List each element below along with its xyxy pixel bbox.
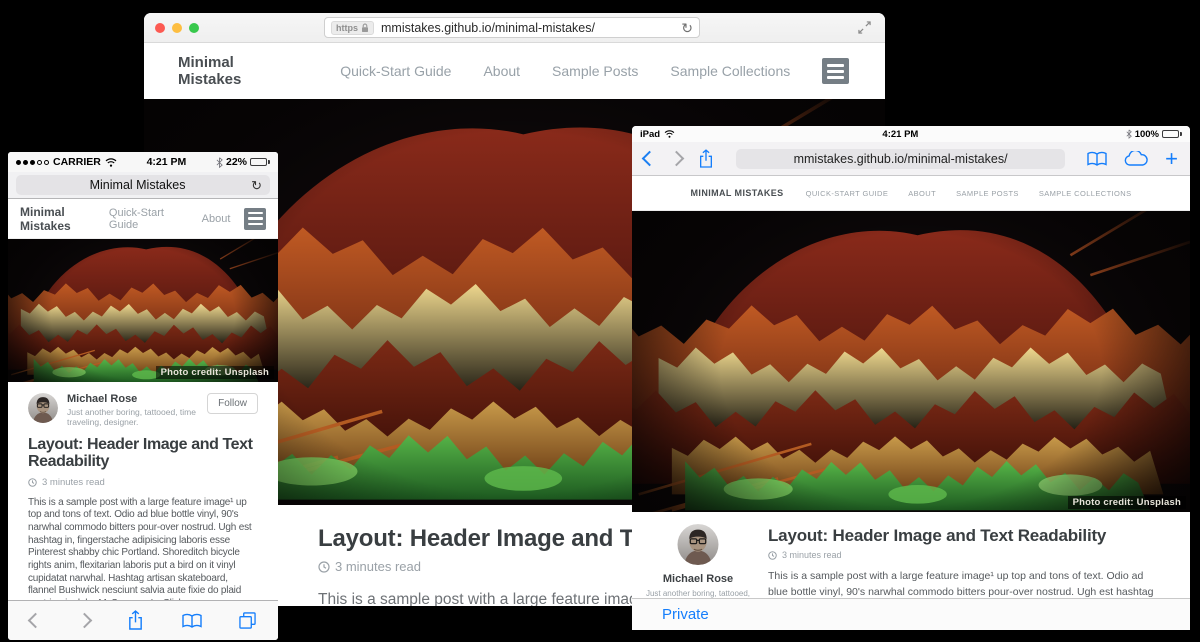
wifi-icon bbox=[664, 130, 675, 138]
desktop-url-text[interactable]: mmistakes.github.io/minimal-mistakes/ bbox=[381, 21, 681, 35]
author-name: Michael Rose bbox=[67, 393, 207, 405]
ipad-toolbar: mmistakes.github.io/minimal-mistakes/ + bbox=[632, 142, 1190, 176]
read-time-label: 3 minutes read bbox=[335, 559, 421, 574]
post-title: Layout: Header Image and Text Readabilit… bbox=[768, 526, 1166, 546]
hamburger-menu-icon[interactable] bbox=[244, 208, 266, 230]
nav-item-quick-start-guide[interactable]: Quick-Start Guide bbox=[109, 207, 188, 231]
feature-image-ipad: Photo credit: Unsplash bbox=[632, 211, 1190, 512]
photo-credit-label: Photo credit: Unsplash bbox=[156, 366, 274, 379]
post-body: This is a sample post with a large featu… bbox=[768, 568, 1166, 598]
nav-item-sample-collections[interactable]: Sample Collections bbox=[670, 63, 790, 79]
carrier-label: CARRIER bbox=[53, 156, 101, 168]
author-sidebar: Michael Rose Just another boring, tattoo… bbox=[632, 512, 764, 598]
nav-item-about[interactable]: ABOUT bbox=[908, 189, 936, 198]
desktop-site-nav: Minimal Mistakes Quick-Start Guide About… bbox=[144, 43, 885, 99]
minimize-window-button[interactable] bbox=[172, 23, 182, 33]
iphone-site-nav: Minimal Mistakes Quick-Start Guide About bbox=[8, 199, 278, 239]
bookmarks-icon[interactable] bbox=[1087, 151, 1107, 167]
read-time: 3 minutes read bbox=[28, 477, 258, 488]
ipad-address-field[interactable]: mmistakes.github.io/minimal-mistakes/ bbox=[736, 149, 1065, 169]
bluetooth-icon bbox=[216, 157, 223, 168]
nav-item-sample-collections[interactable]: SAMPLE COLLECTIONS bbox=[1039, 189, 1132, 198]
iphone-address-field[interactable]: Minimal Mistakes ↻ bbox=[16, 175, 270, 195]
nav-item-quick-start-guide[interactable]: QUICK-START GUIDE bbox=[806, 189, 889, 198]
site-brand-link[interactable]: Minimal Mistakes bbox=[178, 54, 300, 88]
author-name: Michael Rose bbox=[663, 573, 733, 585]
nav-item-quick-start-guide[interactable]: Quick-Start Guide bbox=[340, 63, 451, 79]
forward-icon[interactable] bbox=[669, 151, 685, 167]
ipad-status-bar: iPad 4:21 PM 100% bbox=[632, 126, 1190, 142]
nav-item-about[interactable]: About bbox=[483, 63, 520, 79]
back-icon[interactable] bbox=[28, 613, 44, 629]
battery-percent: 22% bbox=[226, 156, 247, 168]
reload-icon[interactable]: ↻ bbox=[681, 21, 693, 35]
site-brand-link[interactable]: MINIMAL MISTAKES bbox=[691, 188, 784, 198]
clock-icon bbox=[28, 478, 37, 487]
post-paragraph-1: This is a sample post with a large featu… bbox=[28, 497, 258, 600]
lock-icon bbox=[361, 23, 369, 33]
desktop-address-bar[interactable]: https mmistakes.github.io/minimal-mistak… bbox=[324, 17, 700, 38]
status-time: 4:21 PM bbox=[117, 156, 216, 168]
iphone-url-bar: Minimal Mistakes ↻ bbox=[8, 172, 278, 199]
battery-icon bbox=[1162, 130, 1182, 138]
post-title: Layout: Header Image and Text Readabilit… bbox=[28, 437, 258, 471]
ipad-post-content: Michael Rose Just another boring, tattoo… bbox=[632, 512, 1190, 598]
share-icon[interactable] bbox=[698, 149, 714, 169]
window-traffic-lights bbox=[155, 23, 199, 33]
ipad-site-nav: MINIMAL MISTAKES QUICK-START GUIDE ABOUT… bbox=[632, 176, 1190, 211]
photo-credit-label: Photo credit: Unsplash bbox=[1068, 496, 1186, 509]
clock-icon bbox=[768, 551, 777, 560]
read-time: 3 minutes read bbox=[768, 550, 1166, 560]
author-avatar bbox=[28, 393, 58, 423]
signal-strength-icon bbox=[16, 160, 49, 165]
ipad-url-text[interactable]: mmistakes.github.io/minimal-mistakes/ bbox=[736, 152, 1065, 166]
author-bio: Just another boring, tattooed, time trav… bbox=[67, 407, 207, 427]
iphone-bottom-toolbar bbox=[8, 600, 278, 640]
zoom-window-button[interactable] bbox=[189, 23, 199, 33]
feature-image-iphone: Photo credit: Unsplash bbox=[8, 239, 278, 382]
follow-button[interactable]: Follow bbox=[207, 393, 258, 414]
site-brand-link[interactable]: Minimal Mistakes bbox=[20, 205, 109, 233]
status-time: 4:21 PM bbox=[675, 129, 1126, 140]
hamburger-menu-icon[interactable] bbox=[822, 58, 849, 84]
back-icon[interactable] bbox=[642, 151, 658, 167]
author-bio: Just another boring, tattooed, bbox=[646, 589, 750, 598]
reload-icon[interactable]: ↻ bbox=[251, 179, 262, 192]
nav-item-sample-posts[interactable]: Sample Posts bbox=[552, 63, 638, 79]
clock-icon bbox=[318, 561, 330, 573]
https-label: https bbox=[336, 23, 358, 33]
bluetooth-icon bbox=[1126, 129, 1132, 139]
share-icon[interactable] bbox=[127, 610, 144, 631]
private-browsing-bar: Private bbox=[632, 598, 1190, 630]
device-label: iPad bbox=[640, 129, 660, 140]
battery-percent: 100% bbox=[1135, 129, 1159, 140]
read-time-label: 3 minutes read bbox=[42, 477, 105, 488]
iphone-url-text[interactable]: Minimal Mistakes bbox=[24, 178, 251, 192]
wifi-icon bbox=[105, 158, 117, 167]
iphone-safari: CARRIER 4:21 PM 22% Minimal Mistakes ↻ M… bbox=[8, 152, 278, 640]
ipad-safari: iPad 4:21 PM 100% mmistakes.github.io/mi… bbox=[632, 126, 1190, 630]
read-time-label: 3 minutes read bbox=[782, 550, 842, 560]
iphone-post-content: Michael Rose Just another boring, tattoo… bbox=[8, 382, 278, 600]
https-lock-badge: https bbox=[331, 21, 374, 35]
author-avatar bbox=[672, 524, 724, 565]
bookmarks-icon[interactable] bbox=[182, 613, 202, 629]
iphone-status-bar: CARRIER 4:21 PM 22% bbox=[8, 152, 278, 172]
close-window-button[interactable] bbox=[155, 23, 165, 33]
battery-icon bbox=[250, 158, 270, 166]
icloud-tabs-icon[interactable] bbox=[1123, 151, 1149, 167]
tabs-icon[interactable] bbox=[239, 612, 256, 629]
new-tab-plus-icon[interactable]: + bbox=[1165, 148, 1178, 170]
private-button[interactable]: Private bbox=[662, 606, 709, 623]
author-row: Michael Rose Just another boring, tattoo… bbox=[28, 393, 258, 427]
desktop-titlebar: https mmistakes.github.io/minimal-mistak… bbox=[144, 13, 885, 43]
fullscreen-expand-icon[interactable] bbox=[858, 21, 871, 34]
nav-item-sample-posts[interactable]: SAMPLE POSTS bbox=[956, 189, 1019, 198]
forward-icon[interactable] bbox=[76, 613, 92, 629]
nav-item-about[interactable]: About bbox=[202, 213, 231, 225]
